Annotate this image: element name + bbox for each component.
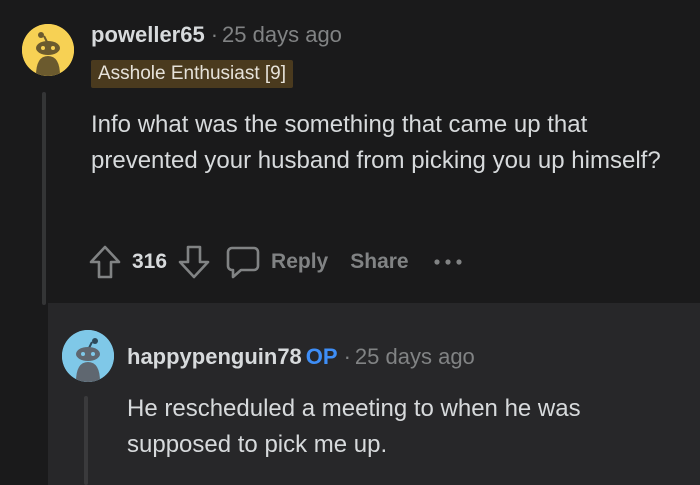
ellipsis-icon [434, 259, 462, 265]
user-flair: Asshole Enthusiast [9] [91, 60, 293, 88]
upvote-button[interactable] [88, 244, 122, 280]
speech-bubble-icon [226, 246, 260, 279]
reply-label: Reply [271, 250, 329, 273]
meta-separator: · [210, 22, 219, 47]
comment-meta: happypenguin78 OP · 25 days ago [127, 344, 475, 370]
share-button[interactable]: Share [350, 250, 408, 274]
more-options-button[interactable] [433, 257, 463, 267]
meta-separator: · [343, 344, 351, 369]
user-avatar[interactable] [22, 24, 74, 76]
downvote-button[interactable] [177, 244, 211, 280]
username-link[interactable]: poweller65 [91, 22, 205, 47]
reply-button[interactable]: Reply [225, 244, 328, 280]
snoo-avatar-icon [22, 24, 74, 76]
timestamp[interactable]: 25 days ago [355, 344, 475, 369]
username-link[interactable]: happypenguin78 [127, 344, 302, 369]
vote-count: 316 [132, 250, 168, 273]
user-avatar[interactable] [62, 330, 114, 382]
timestamp[interactable]: 25 days ago [222, 22, 342, 47]
thread-collapse-line[interactable] [84, 396, 88, 485]
comment-actions: 316 Reply Share [88, 242, 463, 282]
comment-meta: poweller65 · 25 days ago [91, 22, 342, 48]
op-badge: OP [305, 344, 338, 369]
comment-body: He rescheduled a meeting to when he was … [127, 395, 581, 458]
arrow-up-icon [89, 245, 121, 279]
snoo-avatar-icon [62, 330, 114, 382]
thread-collapse-line[interactable] [42, 92, 46, 305]
comment-body: Info what was the something that came up… [91, 111, 661, 174]
arrow-down-icon [178, 245, 210, 279]
